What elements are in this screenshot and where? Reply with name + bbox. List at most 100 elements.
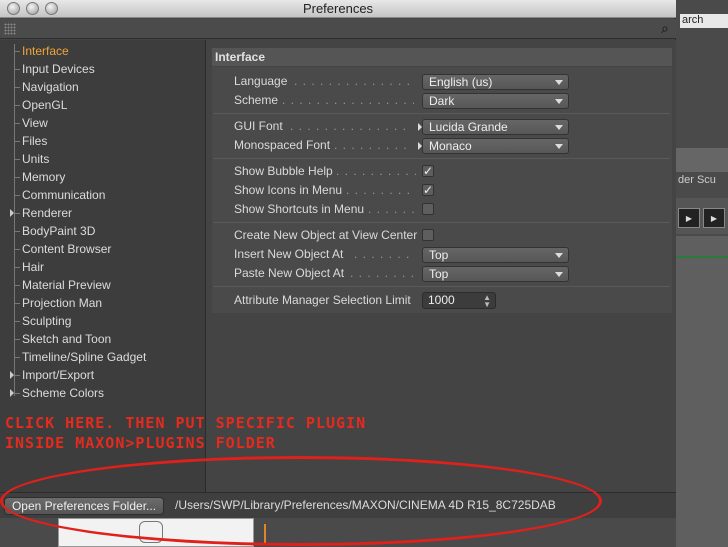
sidebar-item-sculpting[interactable]: Sculpting — [14, 312, 71, 330]
divider — [214, 286, 670, 287]
paste-new-object-at-select[interactable]: Top — [422, 266, 569, 282]
leader-dots: . . . . . . . . . . . . — [334, 138, 410, 152]
chevron-down-icon — [555, 99, 563, 104]
background-toolbar-strip — [676, 148, 728, 172]
background-search-field[interactable]: arch — [680, 14, 728, 28]
grip-icon[interactable] — [4, 23, 16, 35]
setting-label: Show Bubble Help — [234, 164, 333, 178]
select-value: Top — [429, 248, 449, 262]
sidebar-item-scheme-colors[interactable]: Scheme Colors — [10, 384, 105, 402]
setting-label: GUI Font — [234, 119, 283, 133]
sidebar-item-label: Navigation — [22, 80, 79, 94]
sidebar-item-hair[interactable]: Hair — [14, 258, 44, 276]
leader-dots: . . . . . . . . . . . . — [336, 164, 416, 178]
sidebar-item-label: Units — [22, 152, 50, 166]
annotation-line-1: CLICK HERE. THEN PUT SPECIFIC PLUGIN — [5, 414, 367, 432]
select-value: Dark — [429, 94, 455, 108]
spring-icon — [139, 521, 163, 543]
expand-triangle-icon[interactable] — [10, 371, 14, 379]
chevron-down-icon — [555, 144, 563, 149]
background-tabs[interactable]: der Scu — [678, 174, 716, 186]
sidebar-item-label: Scheme Colors — [22, 386, 105, 400]
leader-dots: . . . . . . . . — [368, 202, 416, 216]
sidebar-item-label: Projection Man — [22, 296, 103, 310]
sidebar-item-label: Hair — [22, 260, 45, 274]
leader-dots: . . . . . . . . . . — [350, 266, 414, 280]
sidebar-item-label: Interface — [22, 44, 69, 58]
setting-label: Paste New Object At — [234, 266, 345, 280]
leader-dots: . . . . . . . . . . . . . . . . . . . . — [282, 93, 414, 107]
setting-label: Insert New Object At — [234, 247, 344, 261]
setting-label: Language — [234, 74, 288, 88]
sidebar-item-bodypaint-3d[interactable]: BodyPaint 3D — [14, 222, 95, 240]
sidebar-item-import-export[interactable]: Import/Export — [10, 366, 95, 384]
show-bubble-help-checkbox[interactable]: ✓ — [422, 165, 434, 177]
sidebar-item-projection-man[interactable]: Projection Man — [14, 294, 102, 312]
setting-label: Attribute Manager Selection Limit — [234, 293, 411, 307]
monospaced-font-select[interactable]: Monaco — [422, 138, 569, 154]
open-preferences-folder-button[interactable]: Open Preferences Folder... — [4, 497, 164, 515]
instruction-annotation: CLICK HERE. THEN PUT SPECIFIC PLUGIN INS… — [5, 413, 366, 453]
chevron-down-icon — [555, 80, 563, 85]
sidebar-item-input-devices[interactable]: Input Devices — [14, 60, 95, 78]
language-select[interactable]: English (us) — [422, 74, 569, 90]
create-new-object-at-view-center-checkbox[interactable] — [422, 229, 434, 241]
panel-header: Interface — [212, 48, 672, 66]
window-title: Preferences — [302, 1, 374, 16]
sidebar-item-view[interactable]: View — [14, 114, 48, 132]
select-value: English (us) — [429, 75, 493, 89]
sidebar-item-label: Files — [22, 134, 48, 148]
select-value: Top — [429, 267, 449, 281]
interface-settings-group: Language . . . . . . . . . . . . . . . .… — [212, 67, 672, 313]
sidebar-item-content-browser[interactable]: Content Browser — [14, 240, 111, 258]
preferences-path: /Users/SWP/Library/Preferences/MAXON/CIN… — [175, 498, 556, 512]
number-value: 1000 — [428, 293, 455, 307]
sidebar-item-renderer[interactable]: Renderer — [10, 204, 72, 222]
expand-triangle-icon[interactable] — [10, 209, 14, 217]
expand-triangle-icon[interactable] — [10, 389, 14, 397]
sidebar-item-interface[interactable]: Interface — [14, 42, 69, 60]
leader-dots: . . . . . . . . . . — [354, 247, 414, 261]
select-value: Monaco — [429, 139, 472, 153]
sidebar-item-label: Content Browser — [22, 242, 112, 256]
sidebar-item-timeline-spline-gadget[interactable]: Timeline/Spline Gadget — [14, 348, 146, 366]
sidebar-item-label: Input Devices — [22, 62, 95, 76]
background-app: arch der Scu ▶ ▶ — [676, 0, 728, 547]
setting-label: Scheme — [234, 93, 279, 107]
chevron-down-icon — [555, 125, 563, 130]
annotation-line-2: INSIDE MAXON>PLUGINS FOLDER — [5, 434, 276, 452]
show-shortcuts-in-menu-checkbox[interactable] — [422, 203, 434, 215]
divider — [214, 222, 670, 223]
sidebar-item-label: BodyPaint 3D — [22, 224, 96, 238]
background-thumbnail[interactable] — [58, 518, 254, 547]
background-viewport[interactable] — [676, 236, 728, 547]
insert-new-object-at-select[interactable]: Top — [422, 247, 569, 263]
sidebar-item-label: Memory — [22, 170, 66, 184]
show-icons-in-menu-checkbox[interactable]: ✓ — [422, 184, 434, 196]
sidebar-item-memory[interactable]: Memory — [14, 168, 65, 186]
chevron-down-icon — [555, 253, 563, 258]
sidebar-item-files[interactable]: Files — [14, 132, 47, 150]
title-bar[interactable]: Preferences — [0, 0, 676, 18]
sidebar-item-label: View — [22, 116, 48, 130]
scheme-select[interactable]: Dark — [422, 93, 569, 109]
sidebar-item-material-preview[interactable]: Material Preview — [14, 276, 111, 294]
gui-font-select[interactable]: Lucida Grande — [422, 119, 569, 135]
clapper-icon[interactable]: ▶ — [703, 208, 725, 228]
stepper-arrows-icon[interactable]: ▲ ▼ — [483, 293, 491, 309]
attribute-limit-number-field[interactable]: 1000 ▲ ▼ — [422, 292, 496, 309]
sidebar-item-label: Import/Export — [22, 368, 95, 382]
setting-label: Show Shortcuts in Menu — [234, 202, 365, 216]
sidebar-item-communication[interactable]: Communication — [14, 186, 105, 204]
divider — [214, 113, 670, 114]
select-value: Lucida Grande — [429, 120, 508, 134]
sidebar-item-label: Communication — [22, 188, 106, 202]
chevron-down-icon — [555, 272, 563, 277]
sidebar-item-units[interactable]: Units — [14, 150, 49, 168]
leader-dots: . . . . . . . . . . . . . . . . . . — [294, 74, 414, 88]
sidebar-item-sketch-and-toon[interactable]: Sketch and Toon — [14, 330, 111, 348]
clapper-icon[interactable]: ▶ — [678, 208, 700, 228]
sidebar-item-opengl[interactable]: OpenGL — [14, 96, 67, 114]
search-icon[interactable]: ⌕ — [661, 20, 669, 37]
sidebar-item-navigation[interactable]: Navigation — [14, 78, 79, 96]
